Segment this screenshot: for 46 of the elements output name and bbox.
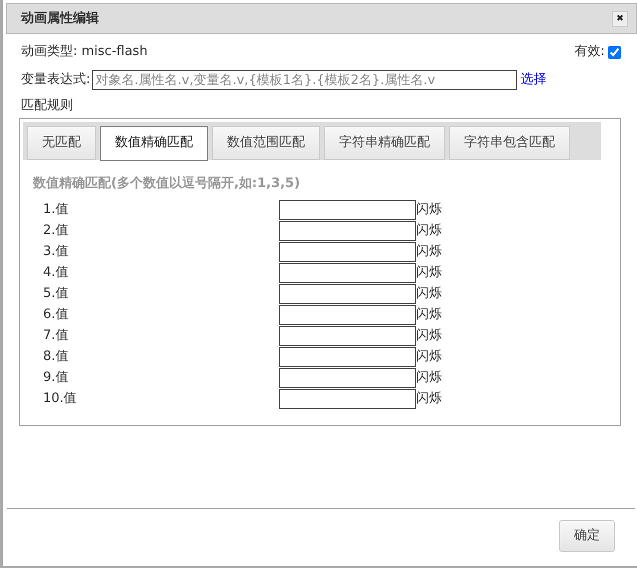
ok-button[interactable]: 确定 (559, 520, 615, 552)
value-label: 7.值 (43, 326, 70, 345)
value-field[interactable] (279, 220, 416, 240)
flash-label: 闪烁 (416, 348, 442, 366)
flash-label: 闪烁 (416, 200, 442, 219)
value-field[interactable] (279, 304, 416, 324)
flash-label: 闪烁 (416, 284, 442, 303)
value-field[interactable] (279, 242, 416, 262)
flash-label: 闪烁 (416, 264, 442, 282)
rules-label: 匹配规则 (21, 97, 74, 115)
value-field[interactable] (279, 262, 416, 282)
animation-type-label: 动画类型: misc-flash (21, 43, 148, 62)
tab[interactable]: 无匹配 (27, 126, 96, 160)
select-link[interactable]: 选择 (520, 70, 546, 90)
value-field[interactable] (279, 388, 416, 408)
value-field[interactable] (279, 200, 416, 220)
flash-label: 闪烁 (416, 326, 442, 345)
flash-label: 闪烁 (416, 222, 442, 240)
flash-label: 闪烁 (416, 368, 442, 387)
tab[interactable]: 数值精确匹配 (100, 126, 208, 160)
value-label: 3.值 (43, 242, 70, 261)
flash-label: 闪烁 (416, 242, 442, 261)
value-label: 2.值 (43, 222, 70, 240)
value-label: 10.值 (43, 390, 78, 408)
expression-field[interactable]: 对象名.属性名.v,变量名.v,{模板1名}.{模板2名}.属性名.v (92, 70, 518, 90)
tab[interactable]: 字符串精确匹配 (324, 126, 445, 160)
window-title: 动画属性编辑 (21, 10, 99, 28)
flash-label: 闪烁 (416, 390, 442, 408)
hint-text: 数值精确匹配(多个数值以逗号隔开,如:1,3,5) (33, 174, 302, 192)
valid-checkbox[interactable] (608, 46, 621, 58)
value-label: 5.值 (43, 284, 70, 303)
tab[interactable]: 字符串包含匹配 (449, 126, 570, 160)
value-field[interactable] (279, 326, 416, 346)
tab[interactable]: 数值范围匹配 (212, 126, 320, 160)
value-field[interactable] (279, 368, 416, 388)
value-field[interactable] (279, 346, 416, 366)
flash-label: 闪烁 (416, 306, 442, 324)
value-label: 9.值 (43, 368, 70, 387)
valid-label: 有效: (574, 43, 605, 62)
value-label: 1.值 (43, 200, 70, 219)
value-label: 8.值 (43, 348, 70, 366)
value-label: 6.值 (43, 306, 70, 324)
value-field[interactable] (279, 284, 416, 304)
value-label: 4.值 (43, 264, 70, 282)
expression-label: 变量表达式: (21, 71, 90, 90)
close-button[interactable]: ✖ (612, 10, 628, 26)
